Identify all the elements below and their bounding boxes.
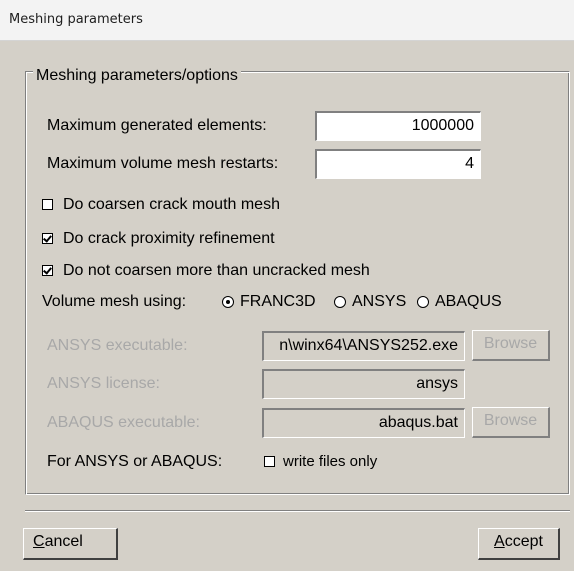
ansys-browse-button[interactable]: Browse	[472, 330, 550, 361]
ansys-radio-label[interactable]: ANSYS	[352, 292, 406, 312]
franc3d-radio[interactable]	[222, 296, 234, 308]
volume-mesh-label: Volume mesh using:	[42, 293, 187, 310]
max-elements-label: Maximum generated elements:	[47, 117, 267, 134]
divider	[25, 510, 570, 512]
ansys-license-label: ANSYS license:	[47, 375, 160, 392]
max-elements-input[interactable]: 1000000	[315, 111, 481, 141]
accept-text: ccept	[504, 533, 543, 550]
ansys-radio[interactable]	[334, 296, 346, 308]
window-title: Meshing parameters	[9, 12, 143, 27]
cancel-button[interactable]: Cancel	[23, 528, 118, 560]
title-bar: Meshing parameters	[0, 0, 574, 41]
files-only-label: For ANSYS or ABAQUS:	[47, 453, 223, 470]
files-only-checkbox[interactable]	[264, 456, 275, 467]
abaqus-browse-button[interactable]: Browse	[472, 407, 550, 438]
accept-button[interactable]: Accept	[478, 528, 560, 560]
max-restarts-label: Maximum volume mesh restarts:	[47, 155, 279, 172]
ansys-exe-label: ANSYS executable:	[47, 337, 188, 354]
abaqus-radio-label[interactable]: ABAQUS	[435, 292, 502, 312]
no-coarsen-label[interactable]: Do not coarsen more than uncracked mesh	[63, 261, 370, 281]
proximity-label[interactable]: Do crack proximity refinement	[63, 229, 275, 249]
max-restarts-input[interactable]: 4	[315, 149, 481, 179]
proximity-checkbox[interactable]	[42, 233, 53, 244]
cancel-mnemonic: C	[33, 533, 45, 550]
abaqus-radio[interactable]	[417, 296, 429, 308]
no-coarsen-checkbox[interactable]	[42, 265, 53, 276]
coarsen-mouth-checkbox[interactable]	[42, 199, 53, 210]
coarsen-mouth-label[interactable]: Do coarsen crack mouth mesh	[63, 195, 280, 215]
franc3d-radio-label[interactable]: FRANC3D	[240, 292, 316, 312]
abaqus-exe-label: ABAQUS executable:	[47, 414, 200, 431]
ansys-exe-input[interactable]: n\winx64\ANSYS252.exe	[262, 331, 465, 361]
group-title: Meshing parameters/options	[33, 66, 241, 86]
accept-mnemonic: A	[494, 533, 505, 550]
abaqus-exe-input[interactable]: abaqus.bat	[262, 408, 465, 438]
files-only-checkbox-label[interactable]: write files only	[283, 452, 377, 472]
cancel-text: ancel	[44, 533, 83, 550]
ansys-license-input[interactable]: ansys	[262, 369, 465, 399]
